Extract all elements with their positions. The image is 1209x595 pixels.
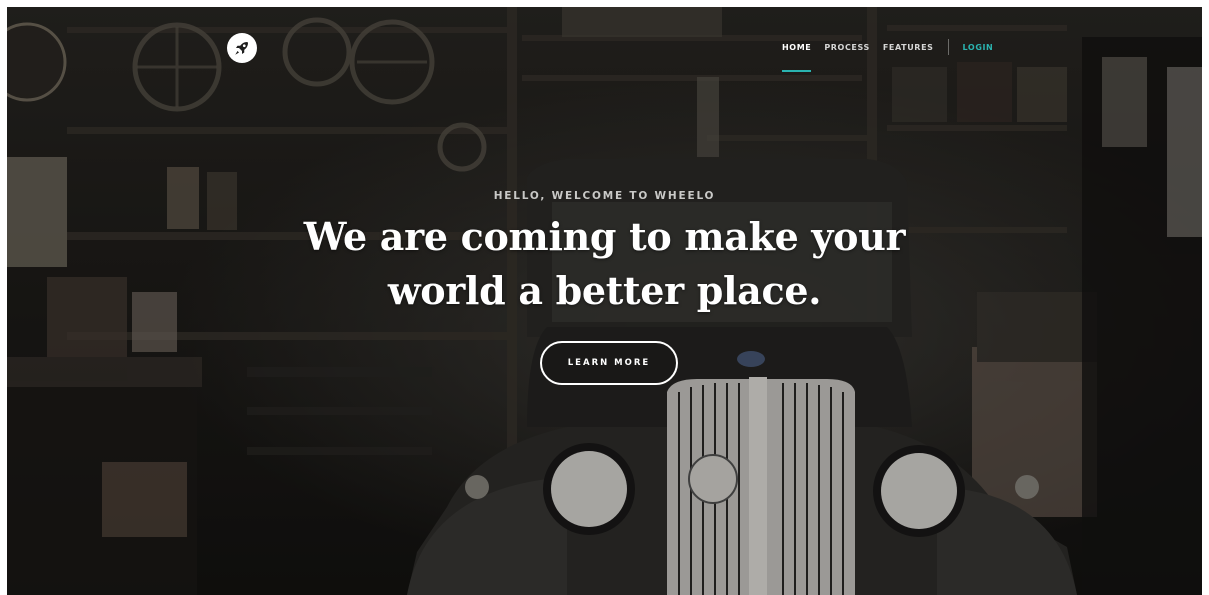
hero-headline-line-1: We are coming to make your [303, 214, 906, 259]
rocket-icon [235, 42, 248, 55]
logo[interactable] [227, 33, 257, 63]
main-nav: HOME PROCESS FEATURES LOGIN [782, 39, 994, 72]
nav-features-link[interactable]: FEATURES [883, 43, 934, 52]
hero-headline: We are coming to make your world a bette… [7, 210, 1202, 318]
learn-more-button[interactable]: LEARN MORE [540, 341, 678, 385]
login-link[interactable]: LOGIN [963, 43, 994, 52]
hero-headline-line-2: world a better place. [387, 268, 822, 313]
hero-kicker: HELLO, WELCOME TO WHEELO [493, 190, 716, 202]
hero-section: HOME PROCESS FEATURES LOGIN HELLO, WELCO… [7, 7, 1202, 595]
nav-divider [947, 39, 949, 55]
nav-home-link[interactable]: HOME [782, 43, 812, 72]
nav-process-link[interactable]: PROCESS [824, 43, 870, 52]
